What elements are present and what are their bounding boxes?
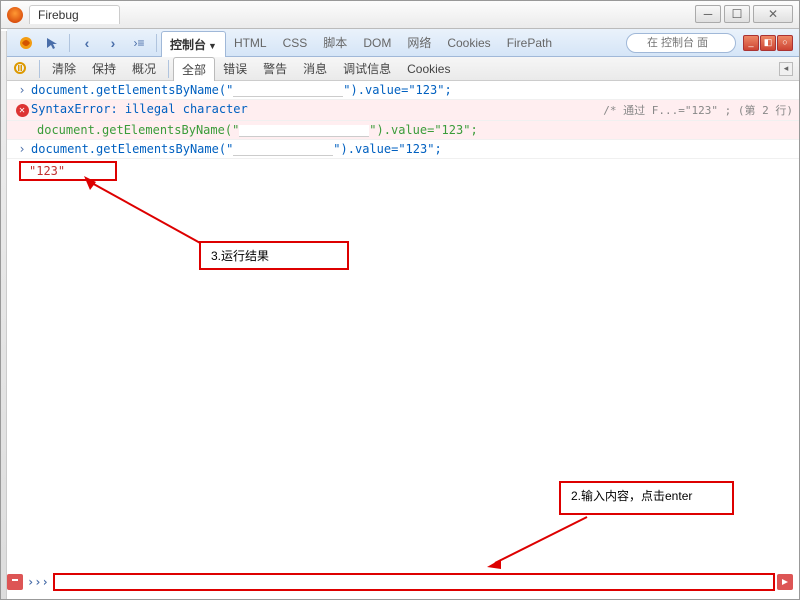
chevron-down-icon: ▼ [208, 41, 217, 51]
tab-console[interactable]: 控制台▼ [161, 31, 226, 57]
annotation-arrow-2 [487, 515, 597, 570]
sub-cookies[interactable]: Cookies [399, 59, 458, 79]
cmd-prompt: ››› [23, 575, 53, 589]
console-subbar: 清除 保持 概况 全部 错误 警告 消息 调试信息 Cookies ◂ [7, 57, 799, 81]
window-controls: ─ ☐ ✕ [695, 5, 793, 23]
tab-net[interactable]: 网络 [399, 30, 439, 55]
prompt-icon: › [13, 142, 31, 156]
firefox-icon [7, 7, 23, 23]
error-icon: ✕ [13, 102, 31, 117]
sub-warn[interactable]: 警告 [255, 57, 295, 80]
search-input[interactable] [626, 33, 736, 53]
sub-profile[interactable]: 概况 [124, 57, 164, 80]
tab-cookies[interactable]: Cookies [439, 32, 498, 54]
cmd-left-icon[interactable] [7, 574, 23, 590]
annotation-3: 3.运行结果 [199, 241, 349, 270]
sub-persist[interactable]: 保持 [84, 57, 124, 80]
forward-icon[interactable]: › [104, 34, 122, 52]
close-button[interactable]: ✕ [753, 5, 793, 23]
tab-script[interactable]: 脚本 [315, 30, 355, 55]
search-wrap: _ ◧ ○ [626, 33, 793, 53]
prompt-icon: › [13, 83, 31, 97]
tab-console-label: 控制台 [170, 38, 206, 52]
close-panel-button[interactable]: ○ [777, 35, 793, 51]
detach-panel-button[interactable]: ◧ [760, 35, 776, 51]
tab-css[interactable]: CSS [275, 32, 316, 54]
break-icon[interactable] [13, 61, 29, 77]
tab-firepath[interactable]: FirePath [499, 32, 560, 54]
minimize-button[interactable]: ─ [695, 5, 721, 23]
sub-error[interactable]: 错误 [215, 57, 255, 80]
console-error-detail[interactable]: document.getElementsByName("").value="12… [7, 121, 799, 140]
firebug-icon[interactable] [17, 34, 35, 52]
console-row[interactable]: › document.getElementsByName("").value="… [7, 140, 799, 159]
command-input[interactable] [53, 573, 775, 591]
console-error-row[interactable]: ✕ SyntaxError: illegal character /* 通过 F… [7, 100, 799, 121]
window-frame: Firebug ─ ☐ ✕ ‹ › ›≡ 控制台▼ HTML CSS 脚本 DO… [0, 0, 800, 600]
panel-buttons: _ ◧ ○ [742, 35, 793, 51]
cmd-right-icon[interactable] [777, 574, 793, 590]
tab-dom[interactable]: DOM [355, 32, 399, 54]
annotation-2: 2.输入内容，点击enter [559, 481, 734, 515]
inspect-icon[interactable] [43, 34, 61, 52]
error-message: SyntaxError: illegal character [31, 102, 603, 116]
maximize-button[interactable]: ☐ [724, 5, 750, 23]
window-title-tab[interactable]: Firebug [29, 5, 120, 24]
separator [39, 60, 40, 78]
sub-clear[interactable]: 清除 [44, 57, 84, 80]
sub-all[interactable]: 全部 [173, 57, 215, 81]
error-location[interactable]: /* 通过 F...="123" ; (第 2 行) [603, 102, 793, 118]
console-row[interactable]: › document.getElementsByName("").value="… [7, 81, 799, 100]
chevron-left-icon[interactable]: ◂ [779, 62, 793, 76]
console-body: › document.getElementsByName("").value="… [7, 81, 799, 571]
annotation-arrow-3 [82, 176, 212, 251]
sub-debug[interactable]: 调试信息 [335, 57, 399, 80]
sub-info[interactable]: 消息 [295, 57, 335, 80]
code-line: document.getElementsByName("").value="12… [31, 83, 793, 97]
code-line: document.getElementsByName("").value="12… [31, 142, 793, 156]
separator [156, 34, 157, 52]
separator [69, 34, 70, 52]
code-line: document.getElementsByName("").value="12… [37, 123, 793, 137]
minimize-panel-button[interactable]: _ [743, 35, 759, 51]
command-bar: ››› [7, 571, 793, 593]
back-icon[interactable]: ‹ [78, 34, 96, 52]
tab-html[interactable]: HTML [226, 32, 275, 54]
step-icon[interactable]: ›≡ [130, 34, 148, 52]
main-toolbar: ‹ › ›≡ 控制台▼ HTML CSS 脚本 DOM 网络 Cookies F… [7, 29, 799, 57]
titlebar: Firebug ─ ☐ ✕ [1, 1, 799, 29]
separator [168, 60, 169, 78]
